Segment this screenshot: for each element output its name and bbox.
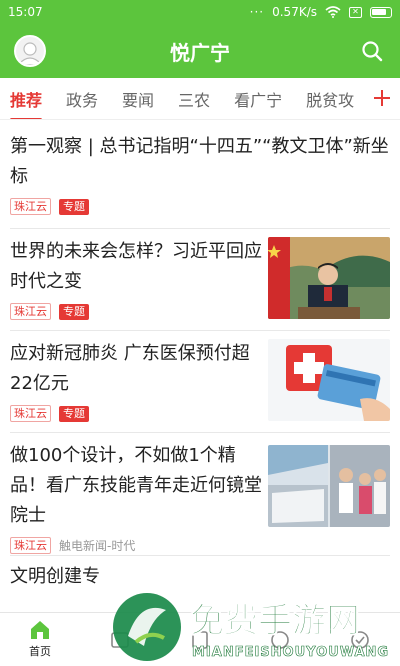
news-item[interactable]: 应对新冠肺炎 广东医保预付超22亿元 珠江云 专题 [10,331,390,433]
nav-item[interactable] [80,613,160,666]
bottom-nav: 首页 [0,612,400,666]
news-thumbnail [268,237,390,319]
news-headline: 应对新冠肺炎 广东医保预付超22亿元 [10,343,250,394]
user-icon [17,42,43,65]
source-badge: 珠江云 [10,198,51,215]
search-button[interactable] [358,37,386,65]
news-item[interactable]: 做100个设计，不如做1个精品！看广东技能青年走近何镜堂院士 珠江云 触电新闻-… [10,433,390,556]
news-text: 应对新冠肺炎 广东医保预付超22亿元 珠江云 专题 [10,339,268,424]
home-icon [31,621,49,639]
news-headline: 第一观察 | 总书记指明“十四五”“教文卫体”新坐标 [10,136,389,187]
no-sim-icon: ✕ [349,6,362,18]
news-item[interactable]: 第一观察 | 总书记指明“十四五”“教文卫体”新坐标 珠江云 专题 [10,120,390,229]
nav-item[interactable] [160,613,240,666]
nav-icon [271,630,289,649]
topic-badge: 专题 [59,303,89,320]
app-header: 悦广宁 [0,24,400,78]
source-badge: 珠江云 [10,405,51,422]
news-feed: 第一观察 | 总书记指明“十四五”“教文卫体”新坐标 珠江云 专题 世界的未来会… [0,120,400,586]
news-meta: 珠江云 专题 [10,198,390,215]
avatar[interactable] [14,35,46,67]
more-dots-icon: ··· [249,5,265,19]
add-channel-button[interactable] [370,86,394,110]
nav-item[interactable] [320,613,400,666]
network-speed: 0.57K/s [272,5,317,19]
page-title: 悦广宁 [170,40,230,65]
source-badge: 珠江云 [10,537,51,554]
nav-icon [351,630,369,649]
battery-icon [370,6,392,18]
news-thumbnail [268,339,390,421]
news-meta: 珠江云 触电新闻-时代 [10,537,262,554]
news-thumbnail [268,445,390,527]
news-meta: 珠江云 专题 [10,303,262,320]
topic-badge: 专题 [59,198,89,215]
news-headline: 做100个设计，不如做1个精品！看广东技能青年走近何镜堂院士 [10,445,262,526]
nav-icon [111,631,129,648]
news-text: 世界的未来会怎样？习近平回应时代之变 珠江云 专题 [10,237,268,322]
news-headline: 世界的未来会怎样？习近平回应时代之变 [10,241,262,292]
status-time: 15:07 [8,5,43,19]
secondary-source: 触电新闻-时代 [59,539,136,553]
nav-item[interactable] [240,613,320,666]
source-badge: 珠江云 [10,303,51,320]
search-icon [362,41,383,62]
wifi-icon [325,6,341,18]
news-item[interactable]: 世界的未来会怎样？习近平回应时代之变 珠江云 专题 [10,229,390,331]
nav-icon [192,630,208,649]
nav-home-label: 首页 [29,645,51,658]
status-bar: 15:07 ··· 0.57K/s ✕ [0,0,400,24]
topic-badge: 专题 [59,405,89,422]
news-text: 做100个设计，不如做1个精品！看广东技能青年走近何镜堂院士 珠江云 触电新闻-… [10,441,268,554]
tab-government[interactable]: 政务 [66,79,98,119]
tab-headlines[interactable]: 要闻 [122,79,154,119]
tab-agriculture[interactable]: 三农 [178,79,210,119]
channel-tabs: 推荐 政务 要闻 三农 看广宁 脱贫攻 [0,78,400,120]
status-indicators: ··· 0.57K/s ✕ [250,5,392,19]
news-meta: 珠江云 专题 [10,405,262,422]
tab-poverty[interactable]: 脱贫攻 [306,79,354,119]
nav-home[interactable]: 首页 [0,613,80,666]
tab-guangning[interactable]: 看广宁 [234,79,282,119]
news-headline: 文明创建专 [10,566,100,586]
tab-recommend[interactable]: 推荐 [10,79,43,119]
news-item[interactable]: 文明创建专 [10,556,390,586]
